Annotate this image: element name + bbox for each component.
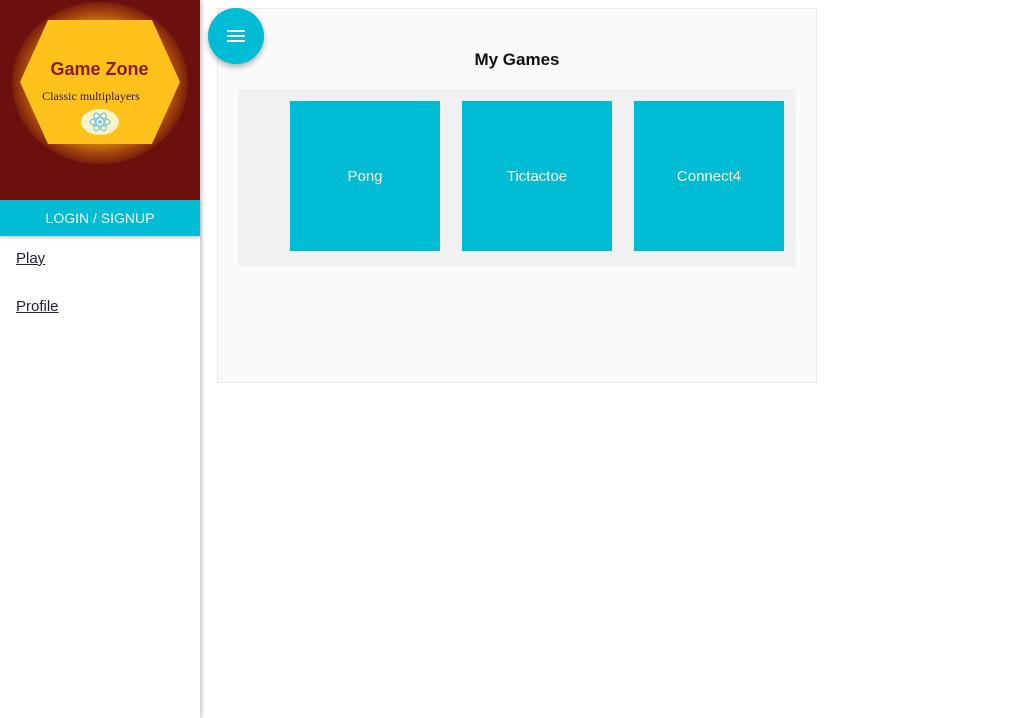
games-list: Pong Tictactoe Connect4	[238, 89, 796, 266]
game-tile-label: Connect4	[676, 167, 742, 185]
game-tile-tictactoe[interactable]: Tictactoe	[462, 101, 612, 251]
nav-link-play[interactable]: Play	[16, 250, 45, 267]
my-games-panel: My Games Pong Tictactoe Connect4	[217, 8, 817, 383]
game-tile-label: Tictactoe	[506, 167, 568, 185]
game-tile-connect4[interactable]: Connect4	[634, 101, 784, 251]
login-signup-button[interactable]: LOGIN / SIGNUP	[0, 200, 200, 236]
brand-header: Game Zone Classic multiplayers	[0, 0, 200, 200]
menu-button[interactable]	[208, 8, 264, 64]
nav-link-profile[interactable]: Profile	[16, 298, 59, 315]
brand-title: Game Zone	[50, 59, 149, 79]
brand-subtitle: Classic multiplayers	[42, 89, 140, 103]
game-tile-label: Pong	[347, 167, 383, 185]
page-title: My Games	[474, 50, 560, 69]
menu-icon	[227, 30, 245, 42]
react-atom-icon	[81, 109, 119, 135]
game-tile-pong[interactable]: Pong	[290, 101, 440, 251]
sidebar: Game Zone Classic multiplayers LOGIN / S…	[0, 0, 200, 718]
